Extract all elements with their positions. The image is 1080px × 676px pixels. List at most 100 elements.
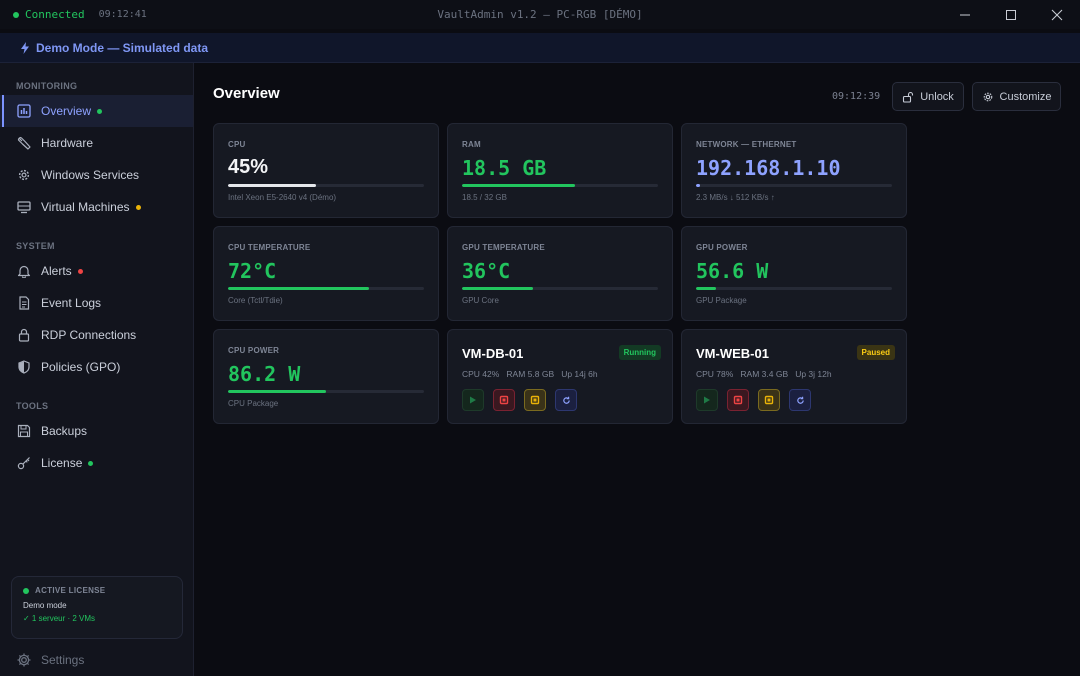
vm-start-button[interactable] [696, 389, 718, 411]
vm-stop-button[interactable] [493, 389, 515, 411]
license-summary: ✓ 1 serveur · 2 VMs [23, 614, 96, 623]
status-dot [77, 268, 83, 274]
document-icon [16, 295, 32, 311]
vm-stop-button[interactable] [727, 389, 749, 411]
banner-text: Demo Mode — Simulated data [36, 40, 209, 55]
metric-progress-bar [228, 184, 424, 187]
metric-card: NETWORK — Ethernet 192.168.1.10 2.3 MB/s… [681, 123, 907, 218]
header-clock: 09:12:39 [832, 91, 881, 102]
title-bar: Connected 09:12:41 VaultAdmin v1.2 — PC-… [0, 0, 1080, 29]
metric-value: 72°C [228, 259, 277, 283]
nav-section-system: SYSTEM Alerts Event Logs RDP Connections Pol… [0, 239, 193, 383]
vm-status-badge: Paused [856, 345, 895, 360]
sidebar-item-label: Policies (GPO) [41, 360, 121, 374]
metric-value: 192.168.1.10 [696, 156, 841, 180]
metric-progress-fill [696, 184, 700, 187]
nav-section-monitoring: MONITORING Overview Hardware Windows Servic… [0, 79, 193, 223]
license-mode: Demo mode [23, 601, 67, 610]
sidebar-item-overview[interactable]: Overview [0, 95, 193, 127]
restart-icon [562, 396, 570, 404]
sidebar: MONITORING Overview Hardware Windows Servic… [0, 63, 194, 676]
sidebar-item-backups[interactable]: Backups [0, 415, 193, 447]
lock-icon [16, 327, 32, 343]
sidebar-item-virtual-machines[interactable]: Virtual Machines [0, 191, 193, 223]
maximize-button[interactable] [988, 0, 1034, 29]
metric-subtitle: Intel Xeon E5-2640 v4 (Démo) [228, 193, 337, 202]
metric-progress-bar [696, 184, 892, 187]
metric-card: CPU TEMPERATURE 72°C Core (Tctl/Tdie) [213, 226, 439, 321]
nav-section-title: MONITORING [16, 81, 78, 91]
main-content: Overview 09:12:39 Unlock Customize CPU 4… [194, 63, 1080, 676]
metric-progress-bar [462, 287, 658, 290]
sidebar-item-label: RDP Connections [41, 328, 137, 342]
metric-label: NETWORK — Ethernet [696, 140, 797, 149]
metric-value: 45% [228, 156, 269, 178]
restart-icon [796, 396, 804, 404]
sidebar-item-windows-services[interactable]: Windows Services [0, 159, 193, 191]
vm-card: VM-WEB-01 Paused CPU 78% RAM 3.4 GB Up 3… [681, 329, 907, 424]
vm-name: VM-WEB-01 [696, 346, 769, 361]
chart-icon [16, 103, 32, 119]
metric-subtitle: Core (Tctl/Tdie) [228, 296, 283, 305]
metric-label: CPU [228, 140, 246, 149]
sidebar-item-label: Alerts [41, 264, 72, 278]
metric-progress-bar [462, 184, 658, 187]
sidebar-item-event-logs[interactable]: Event Logs [0, 287, 193, 319]
sidebar-item-label: Virtual Machines [41, 200, 130, 214]
server-icon [16, 199, 32, 215]
metric-progress-fill [462, 184, 576, 187]
vm-name: VM-DB-01 [462, 346, 524, 361]
metric-value: 18.5 GB [462, 156, 547, 180]
save-icon [16, 423, 32, 439]
unlock-label: Unlock [920, 90, 954, 103]
metric-card: CPU POWER 86.2 W CPU Package [213, 329, 439, 424]
stop-icon [733, 395, 743, 405]
titlebar-time: 09:12:41 [98, 9, 147, 20]
vm-pause-button[interactable] [524, 389, 546, 411]
key-icon [16, 455, 32, 471]
sidebar-item-rdp-connections[interactable]: RDP Connections [0, 319, 193, 351]
metric-label: RAM [462, 140, 481, 149]
unlock-icon [903, 91, 914, 103]
sidebar-item-hardware[interactable]: Hardware [0, 127, 193, 159]
license-status-dot [23, 587, 29, 594]
metric-card: GPU POWER 56.6 W GPU Package [681, 226, 907, 321]
vm-restart-button[interactable] [789, 389, 811, 411]
status-dot [135, 204, 141, 210]
vm-restart-button[interactable] [555, 389, 577, 411]
demo-banner: Demo Mode — Simulated data [0, 33, 1080, 63]
unlock-button[interactable]: Unlock [892, 82, 964, 111]
metric-progress-fill [696, 287, 716, 290]
maximize-icon [1006, 9, 1016, 20]
metric-progress-fill [228, 184, 317, 187]
status-dot [88, 460, 94, 466]
vm-stats: CPU 42% RAM 5.8 GB Up 14j 6h [462, 369, 598, 379]
metric-progress-fill [228, 287, 370, 290]
page-title: Overview [213, 85, 280, 102]
window-title: VaultAdmin v1.2 — PC-RGB [DÉMO] [437, 8, 643, 21]
sidebar-item-alerts[interactable]: Alerts [0, 255, 193, 287]
vm-card: VM-DB-01 Running CPU 42% RAM 5.8 GB Up 1… [447, 329, 673, 424]
sidebar-item-label: Overview [41, 104, 92, 118]
close-button[interactable] [1034, 0, 1080, 29]
minimize-button[interactable] [942, 0, 988, 29]
shield-icon [16, 359, 32, 375]
play-icon [470, 396, 476, 404]
minimize-icon [960, 14, 970, 15]
sidebar-item-policies-gpo[interactable]: Policies (GPO) [0, 351, 193, 383]
connection-status: Connected 09:12:41 [13, 8, 147, 21]
connection-label: Connected [25, 8, 85, 21]
settings-button[interactable]: Settings [16, 652, 84, 668]
customize-button[interactable]: Customize [972, 82, 1061, 111]
sidebar-item-label: Event Logs [41, 296, 102, 310]
metric-progress-fill [462, 287, 533, 290]
sidebar-item-label: Windows Services [41, 168, 140, 182]
metric-progress-fill [228, 390, 326, 393]
metric-progress-bar [696, 287, 892, 290]
gear-icon [16, 167, 32, 183]
vm-pause-button[interactable] [758, 389, 780, 411]
vm-start-button[interactable] [462, 389, 484, 411]
play-icon [704, 396, 710, 404]
sidebar-item-license[interactable]: License [0, 447, 193, 479]
lightning-icon [21, 41, 29, 54]
